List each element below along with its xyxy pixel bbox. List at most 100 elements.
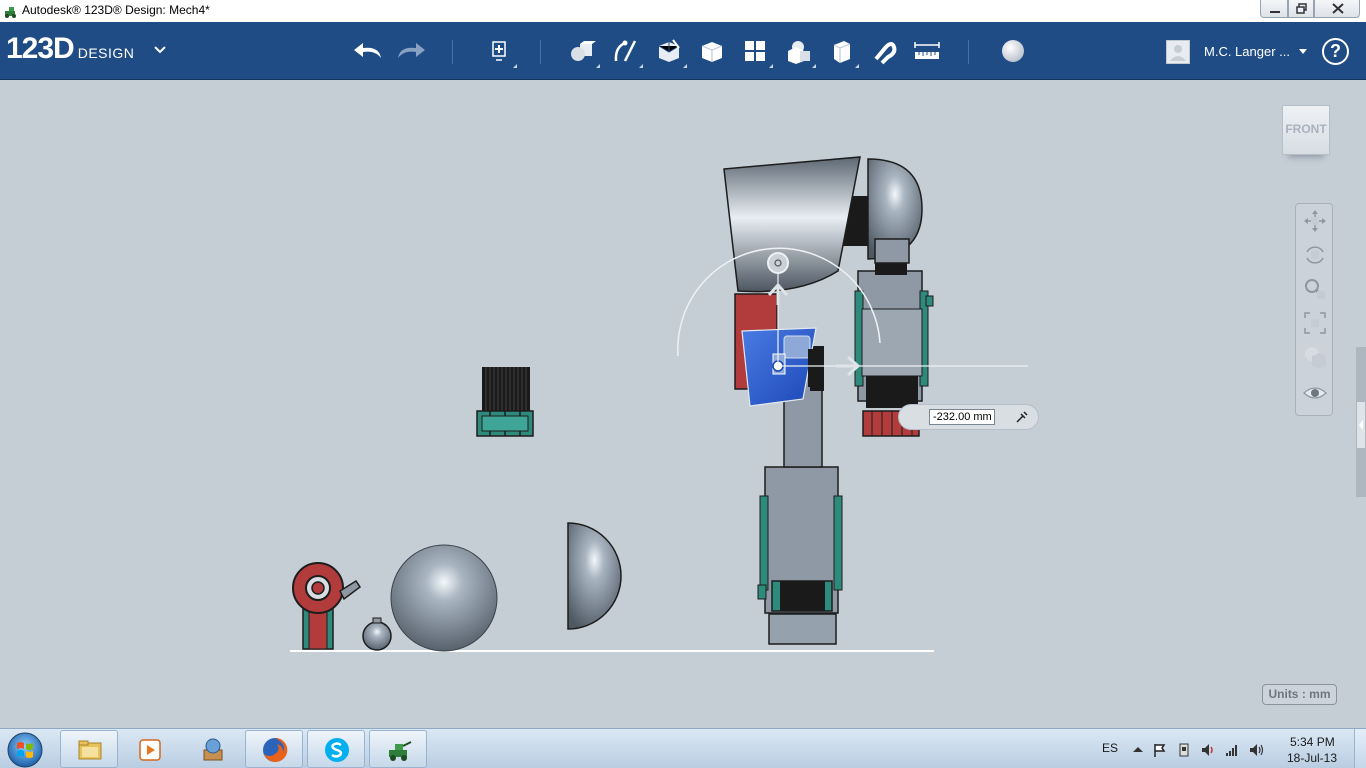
redo-button[interactable] xyxy=(393,34,429,68)
main-toolbar: 123D DESIGN M.C. Langer ... ? xyxy=(0,22,1366,80)
restore-icon xyxy=(1296,3,1307,14)
logo-main: 123D xyxy=(6,32,75,65)
toolbar-separator xyxy=(540,40,541,64)
units-indicator[interactable]: Units : mm xyxy=(1262,684,1337,705)
submenu-indicator xyxy=(855,64,859,68)
avatar[interactable] xyxy=(1166,40,1190,64)
navigation-bar xyxy=(1295,203,1333,416)
folder-icon xyxy=(78,740,102,760)
scene-canvas[interactable] xyxy=(0,81,1366,728)
media-player-icon xyxy=(139,739,161,761)
toolbar-separator xyxy=(452,40,453,64)
fit-icon[interactable] xyxy=(1302,310,1328,336)
taskbar-app[interactable] xyxy=(183,730,241,768)
undo-button[interactable] xyxy=(350,34,386,68)
app-logo-menu[interactable]: 123D DESIGN xyxy=(6,32,166,66)
modify-button[interactable] xyxy=(694,34,730,68)
window-title-bar: Autodesk® 123D® Design: Mech4* xyxy=(0,0,1366,22)
modify-icon xyxy=(701,42,723,62)
toolbar-separator xyxy=(968,40,969,64)
zoom-icon[interactable] xyxy=(1302,276,1328,302)
orbit-icon[interactable] xyxy=(1302,242,1328,268)
show-desktop-button[interactable] xyxy=(1354,729,1366,768)
submenu-indicator xyxy=(812,64,816,68)
network-signal-icon[interactable] xyxy=(1224,742,1240,758)
material-button[interactable] xyxy=(995,34,1031,68)
primitives-icon xyxy=(571,41,596,61)
volume-icon[interactable] xyxy=(1200,742,1216,758)
window-title: Autodesk® 123D® Design: Mech4* xyxy=(22,3,210,17)
gear-block-part[interactable] xyxy=(476,367,534,437)
transform-icon xyxy=(492,41,506,61)
tray-language[interactable]: ES xyxy=(1102,741,1118,755)
taskbar: ES 5:34 PM 18-Jul-13 xyxy=(0,728,1366,768)
windows-start-button[interactable] xyxy=(6,731,44,768)
submenu-indicator xyxy=(769,64,773,68)
logo-sub: DESIGN xyxy=(77,45,135,61)
transform-button[interactable] xyxy=(481,34,517,68)
primitives-button[interactable] xyxy=(564,34,600,68)
construct-icon xyxy=(658,39,680,62)
magnet-icon xyxy=(874,42,897,65)
measure-button[interactable] xyxy=(909,34,945,68)
maximize-button[interactable] xyxy=(1288,0,1314,18)
box-app-icon xyxy=(203,738,223,761)
dimension-tool-icon[interactable] xyxy=(1015,410,1029,424)
firefox-icon xyxy=(263,737,288,762)
small-sphere-part[interactable] xyxy=(362,617,392,651)
taskbar-123d-design[interactable] xyxy=(369,730,427,768)
rotation-handle[interactable] xyxy=(767,252,789,274)
undo-icon xyxy=(354,43,381,58)
minimize-button[interactable] xyxy=(1260,0,1288,18)
pattern-icon xyxy=(745,41,765,61)
help-button[interactable]: ? xyxy=(1322,38,1349,65)
snap-button[interactable] xyxy=(866,34,902,68)
eye-icon[interactable] xyxy=(1302,380,1328,406)
grouping-icon xyxy=(788,41,810,64)
material-sphere-icon xyxy=(1002,40,1024,62)
clock-time[interactable]: 5:34 PM xyxy=(1290,735,1335,749)
submenu-indicator xyxy=(639,64,643,68)
dimension-input-widget xyxy=(898,404,1039,430)
close-button[interactable] xyxy=(1314,0,1360,18)
redo-icon xyxy=(398,43,425,58)
chevron-down-icon xyxy=(154,46,166,54)
submenu-indicator xyxy=(513,64,517,68)
sketch-icon xyxy=(614,40,637,62)
action-center-flag-icon[interactable] xyxy=(1152,742,1168,758)
taskbar-media-player[interactable] xyxy=(120,730,178,768)
taskbar-explorer[interactable] xyxy=(60,730,118,768)
user-menu-dropdown-icon[interactable] xyxy=(1299,49,1307,54)
combine-icon xyxy=(833,41,851,63)
viewcube[interactable]: FRONT xyxy=(1282,105,1330,155)
side-panel-toggle[interactable] xyxy=(1356,401,1366,449)
pattern-button[interactable] xyxy=(737,34,773,68)
chevron-left-icon xyxy=(1359,420,1363,430)
red-motor-part[interactable] xyxy=(292,562,362,650)
large-sphere-part[interactable] xyxy=(390,544,498,652)
device-icon[interactable] xyxy=(1176,742,1192,758)
123d-design-icon xyxy=(389,741,412,761)
clock-date[interactable]: 18-Jul-13 xyxy=(1287,751,1337,765)
transform-gizmo[interactable] xyxy=(677,247,1028,377)
view-style-icon[interactable] xyxy=(1302,344,1328,370)
skype-icon xyxy=(325,738,349,762)
minimize-icon xyxy=(1270,11,1280,13)
hemisphere-part[interactable] xyxy=(567,522,622,630)
robot-arm-assembly[interactable] xyxy=(723,156,934,645)
taskbar-skype[interactable] xyxy=(307,730,365,768)
construct-button[interactable] xyxy=(651,34,687,68)
user-name[interactable]: M.C. Langer ... xyxy=(1204,44,1290,59)
pan-icon[interactable] xyxy=(1302,208,1328,234)
tray-expand-icon[interactable] xyxy=(1130,742,1146,758)
taskbar-firefox[interactable] xyxy=(245,730,303,768)
dimension-input[interactable] xyxy=(929,409,995,425)
sketch-button[interactable] xyxy=(607,34,643,68)
close-icon xyxy=(1332,3,1344,14)
3d-viewport[interactable]: FRONT Units : mm xyxy=(0,81,1366,728)
submenu-indicator xyxy=(596,64,600,68)
grouping-button[interactable] xyxy=(780,34,816,68)
speaker-icon[interactable] xyxy=(1248,742,1264,758)
submenu-indicator xyxy=(683,64,687,68)
combine-button[interactable] xyxy=(823,34,859,68)
